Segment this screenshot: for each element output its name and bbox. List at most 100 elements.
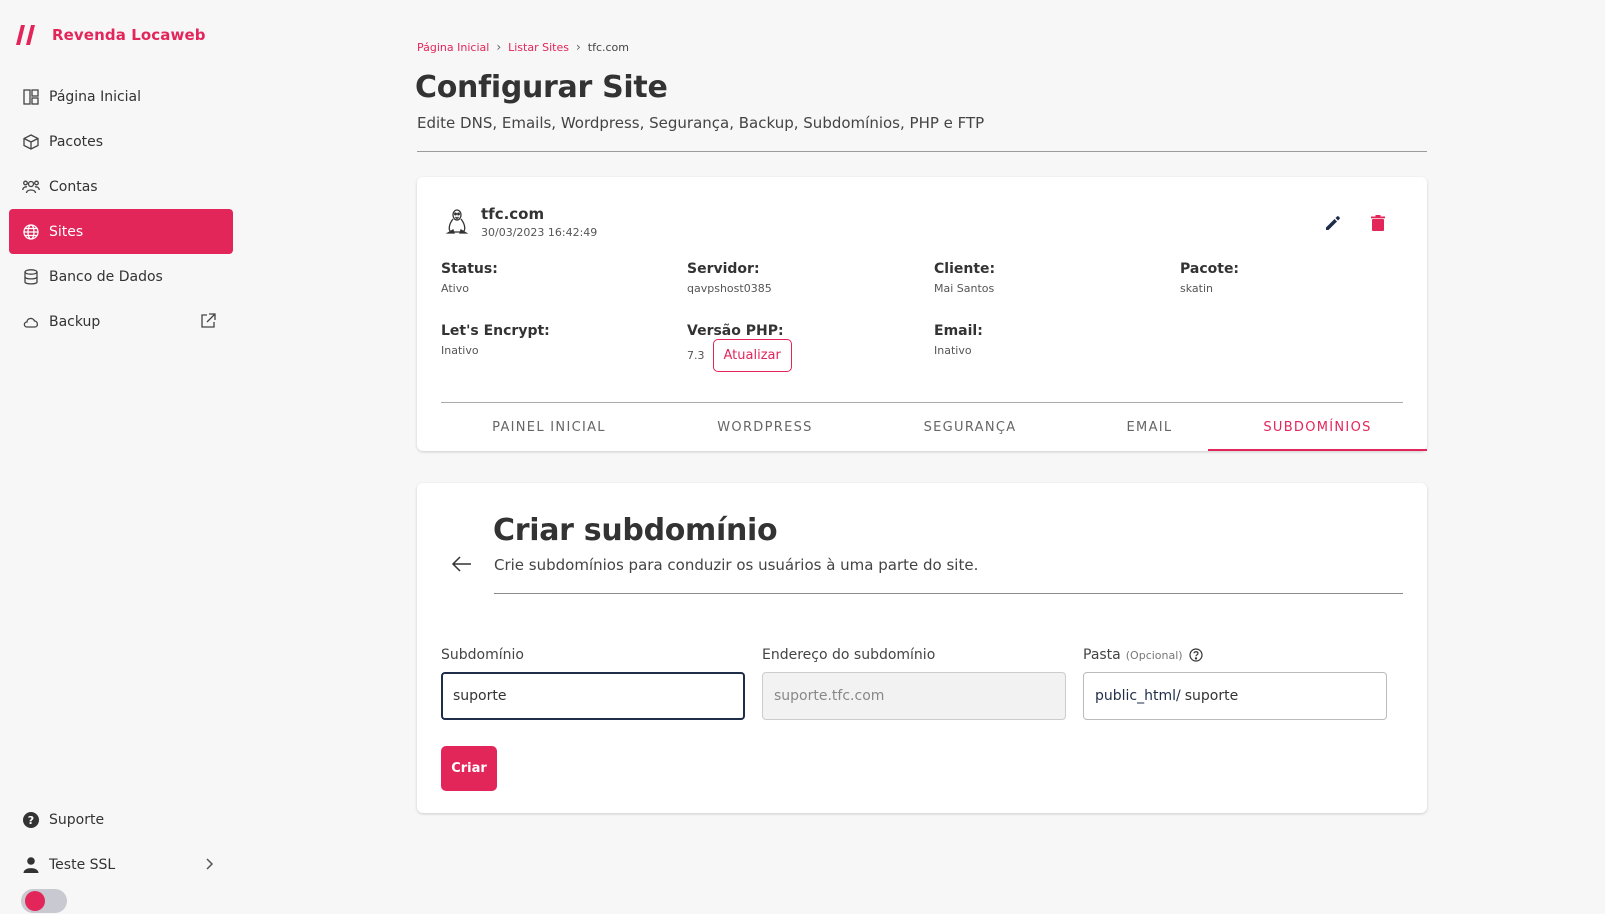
package-icon xyxy=(23,133,39,150)
sidebar-item-label: Página Inicial xyxy=(49,88,142,105)
section-title: Criar subdomínio xyxy=(493,513,778,548)
sidebar-item-database[interactable]: Banco de Dados xyxy=(9,254,233,299)
sidebar: Revenda Locaweb Página Inicial Pacotes C… xyxy=(0,0,245,914)
subdomain-address-group: Endereço do subdomínio suporte.tfc.com xyxy=(762,647,1066,720)
field-label: Let's Encrypt: xyxy=(441,323,550,339)
users-icon xyxy=(22,180,40,193)
chevron-right-icon: › xyxy=(575,40,581,54)
site-tabs: PAINEL INICIAL WORDPRESS SEGURANÇA EMAIL… xyxy=(417,403,1427,451)
sidebar-item-label: Banco de Dados xyxy=(49,268,163,285)
field-letsencrypt: Let's Encrypt: Inativo xyxy=(441,323,550,357)
breadcrumb-home[interactable]: Página Inicial xyxy=(417,41,489,54)
field-value: Inativo xyxy=(934,344,972,357)
sidebar-item-label: Contas xyxy=(49,178,98,195)
svg-text:?: ? xyxy=(28,814,34,827)
breadcrumb-sites[interactable]: Listar Sites xyxy=(508,41,569,54)
dashboard-icon xyxy=(23,88,39,105)
create-subdomain-card: Criar subdomínio Crie subdomínios para c… xyxy=(417,483,1427,813)
field-server: Servidor: qavpshost0385 xyxy=(687,261,772,295)
field-value: qavpshost0385 xyxy=(687,282,772,295)
site-header: tfc.com 30/03/2023 16:42:49 xyxy=(445,205,597,239)
field-value: Mai Santos xyxy=(934,282,995,295)
php-version: 7.3 xyxy=(687,349,705,362)
trash-icon[interactable] xyxy=(1368,213,1388,233)
linux-icon xyxy=(445,209,469,234)
breadcrumb: Página Inicial › Listar Sites › tfc.com xyxy=(417,40,629,54)
sidebar-item-sites[interactable]: Sites xyxy=(9,209,233,254)
sidebar-item-label: Suporte xyxy=(49,811,105,828)
subdomain-field-group: Subdomínio xyxy=(441,647,745,720)
sidebar-nav: Página Inicial Pacotes Contas Sites Banc… xyxy=(9,74,233,344)
database-icon xyxy=(24,268,38,285)
edit-icon[interactable] xyxy=(1323,213,1343,233)
input-label: Subdomínio xyxy=(441,647,524,663)
optional-label: (Opcional) xyxy=(1125,648,1183,662)
field-email: Email: Inativo xyxy=(934,323,983,357)
active-tab-indicator xyxy=(1208,449,1427,451)
input-label: Endereço do subdomínio xyxy=(762,647,936,663)
site-name: tfc.com xyxy=(481,205,545,223)
site-info-card: tfc.com 30/03/2023 16:42:49 Status: Ativ… xyxy=(417,177,1427,451)
sidebar-item-support[interactable]: ? Suporte xyxy=(9,797,233,842)
sidebar-item-label: Backup xyxy=(49,313,101,330)
folder-field-group: Pasta (Opcional) public_html/ suporte xyxy=(1083,647,1387,720)
breadcrumb-current: tfc.com xyxy=(587,40,630,54)
subdomain-address-field: suporte.tfc.com xyxy=(762,672,1066,720)
tab-security[interactable]: SEGURANÇA xyxy=(873,403,1067,451)
sidebar-item-packages[interactable]: Pacotes xyxy=(9,119,233,164)
divider xyxy=(494,593,1403,594)
folder-value: suporte xyxy=(1184,688,1239,704)
sidebar-item-home[interactable]: Página Inicial xyxy=(9,74,233,119)
field-value: skatin xyxy=(1180,282,1213,295)
user-icon xyxy=(23,856,39,873)
tab-subdomains[interactable]: SUBDOMÍNIOS xyxy=(1208,403,1427,451)
tab-wordpress[interactable]: WORDPRESS xyxy=(657,403,873,451)
divider xyxy=(417,151,1427,152)
field-label: Status: xyxy=(441,261,498,277)
field-status: Status: Ativo xyxy=(441,261,498,295)
sidebar-item-accounts[interactable]: Contas xyxy=(9,164,233,209)
chevron-right-icon xyxy=(206,858,214,870)
subdomain-input[interactable] xyxy=(441,672,745,720)
cloud-icon xyxy=(23,317,39,328)
site-date: 30/03/2023 16:42:49 xyxy=(481,226,598,239)
help-circle-icon[interactable] xyxy=(1188,648,1203,662)
field-label: Email: xyxy=(934,323,983,339)
page-title: Configurar Site xyxy=(415,70,668,105)
arrow-left-icon[interactable] xyxy=(451,553,473,575)
locaweb-logo-icon xyxy=(16,25,35,45)
field-package: Pacote: skatin xyxy=(1180,261,1239,295)
sidebar-item-label: Pacotes xyxy=(49,133,104,150)
sidebar-item-backup[interactable]: Backup xyxy=(9,299,233,344)
folder-input[interactable]: public_html/ suporte xyxy=(1083,672,1387,720)
sidebar-item-label: Teste SSL xyxy=(49,856,116,873)
field-php: Versão PHP: 7.3 Atualizar xyxy=(687,323,792,372)
update-php-button[interactable]: Atualizar xyxy=(712,339,792,372)
external-link-icon[interactable] xyxy=(199,312,217,330)
sidebar-item-user[interactable]: Teste SSL xyxy=(9,842,233,887)
tab-label: SUBDOMÍNIOS xyxy=(1263,419,1372,435)
php-row: 7.3 Atualizar xyxy=(687,339,792,372)
globe-icon xyxy=(23,223,39,240)
tab-home-panel[interactable]: PAINEL INICIAL xyxy=(441,403,657,451)
field-value: Inativo xyxy=(441,344,479,357)
field-label: Pacote: xyxy=(1180,261,1240,277)
theme-toggle[interactable] xyxy=(21,889,67,913)
create-button[interactable]: Criar xyxy=(441,746,497,791)
field-client: Cliente: Mai Santos xyxy=(934,261,995,295)
chevron-right-icon: › xyxy=(496,40,502,54)
folder-prefix: public_html/ xyxy=(1095,688,1181,704)
field-value: Ativo xyxy=(441,282,469,295)
section-description: Crie subdomínios para conduzir os usuári… xyxy=(494,556,979,574)
field-label: Cliente: xyxy=(934,261,996,277)
field-label: Versão PHP: xyxy=(687,323,784,339)
brand[interactable]: Revenda Locaweb xyxy=(16,24,206,46)
sidebar-bottom-nav: ? Suporte Teste SSL xyxy=(9,797,233,887)
input-label: Pasta (Opcional) xyxy=(1083,647,1387,663)
help-icon: ? xyxy=(23,811,39,828)
field-label: Servidor: xyxy=(687,261,760,277)
folder-label: Pasta xyxy=(1083,647,1121,663)
page-subtitle: Edite DNS, Emails, Wordpress, Segurança,… xyxy=(417,114,985,132)
brand-name: Revenda Locaweb xyxy=(52,26,206,44)
sidebar-item-label: Sites xyxy=(49,223,84,240)
